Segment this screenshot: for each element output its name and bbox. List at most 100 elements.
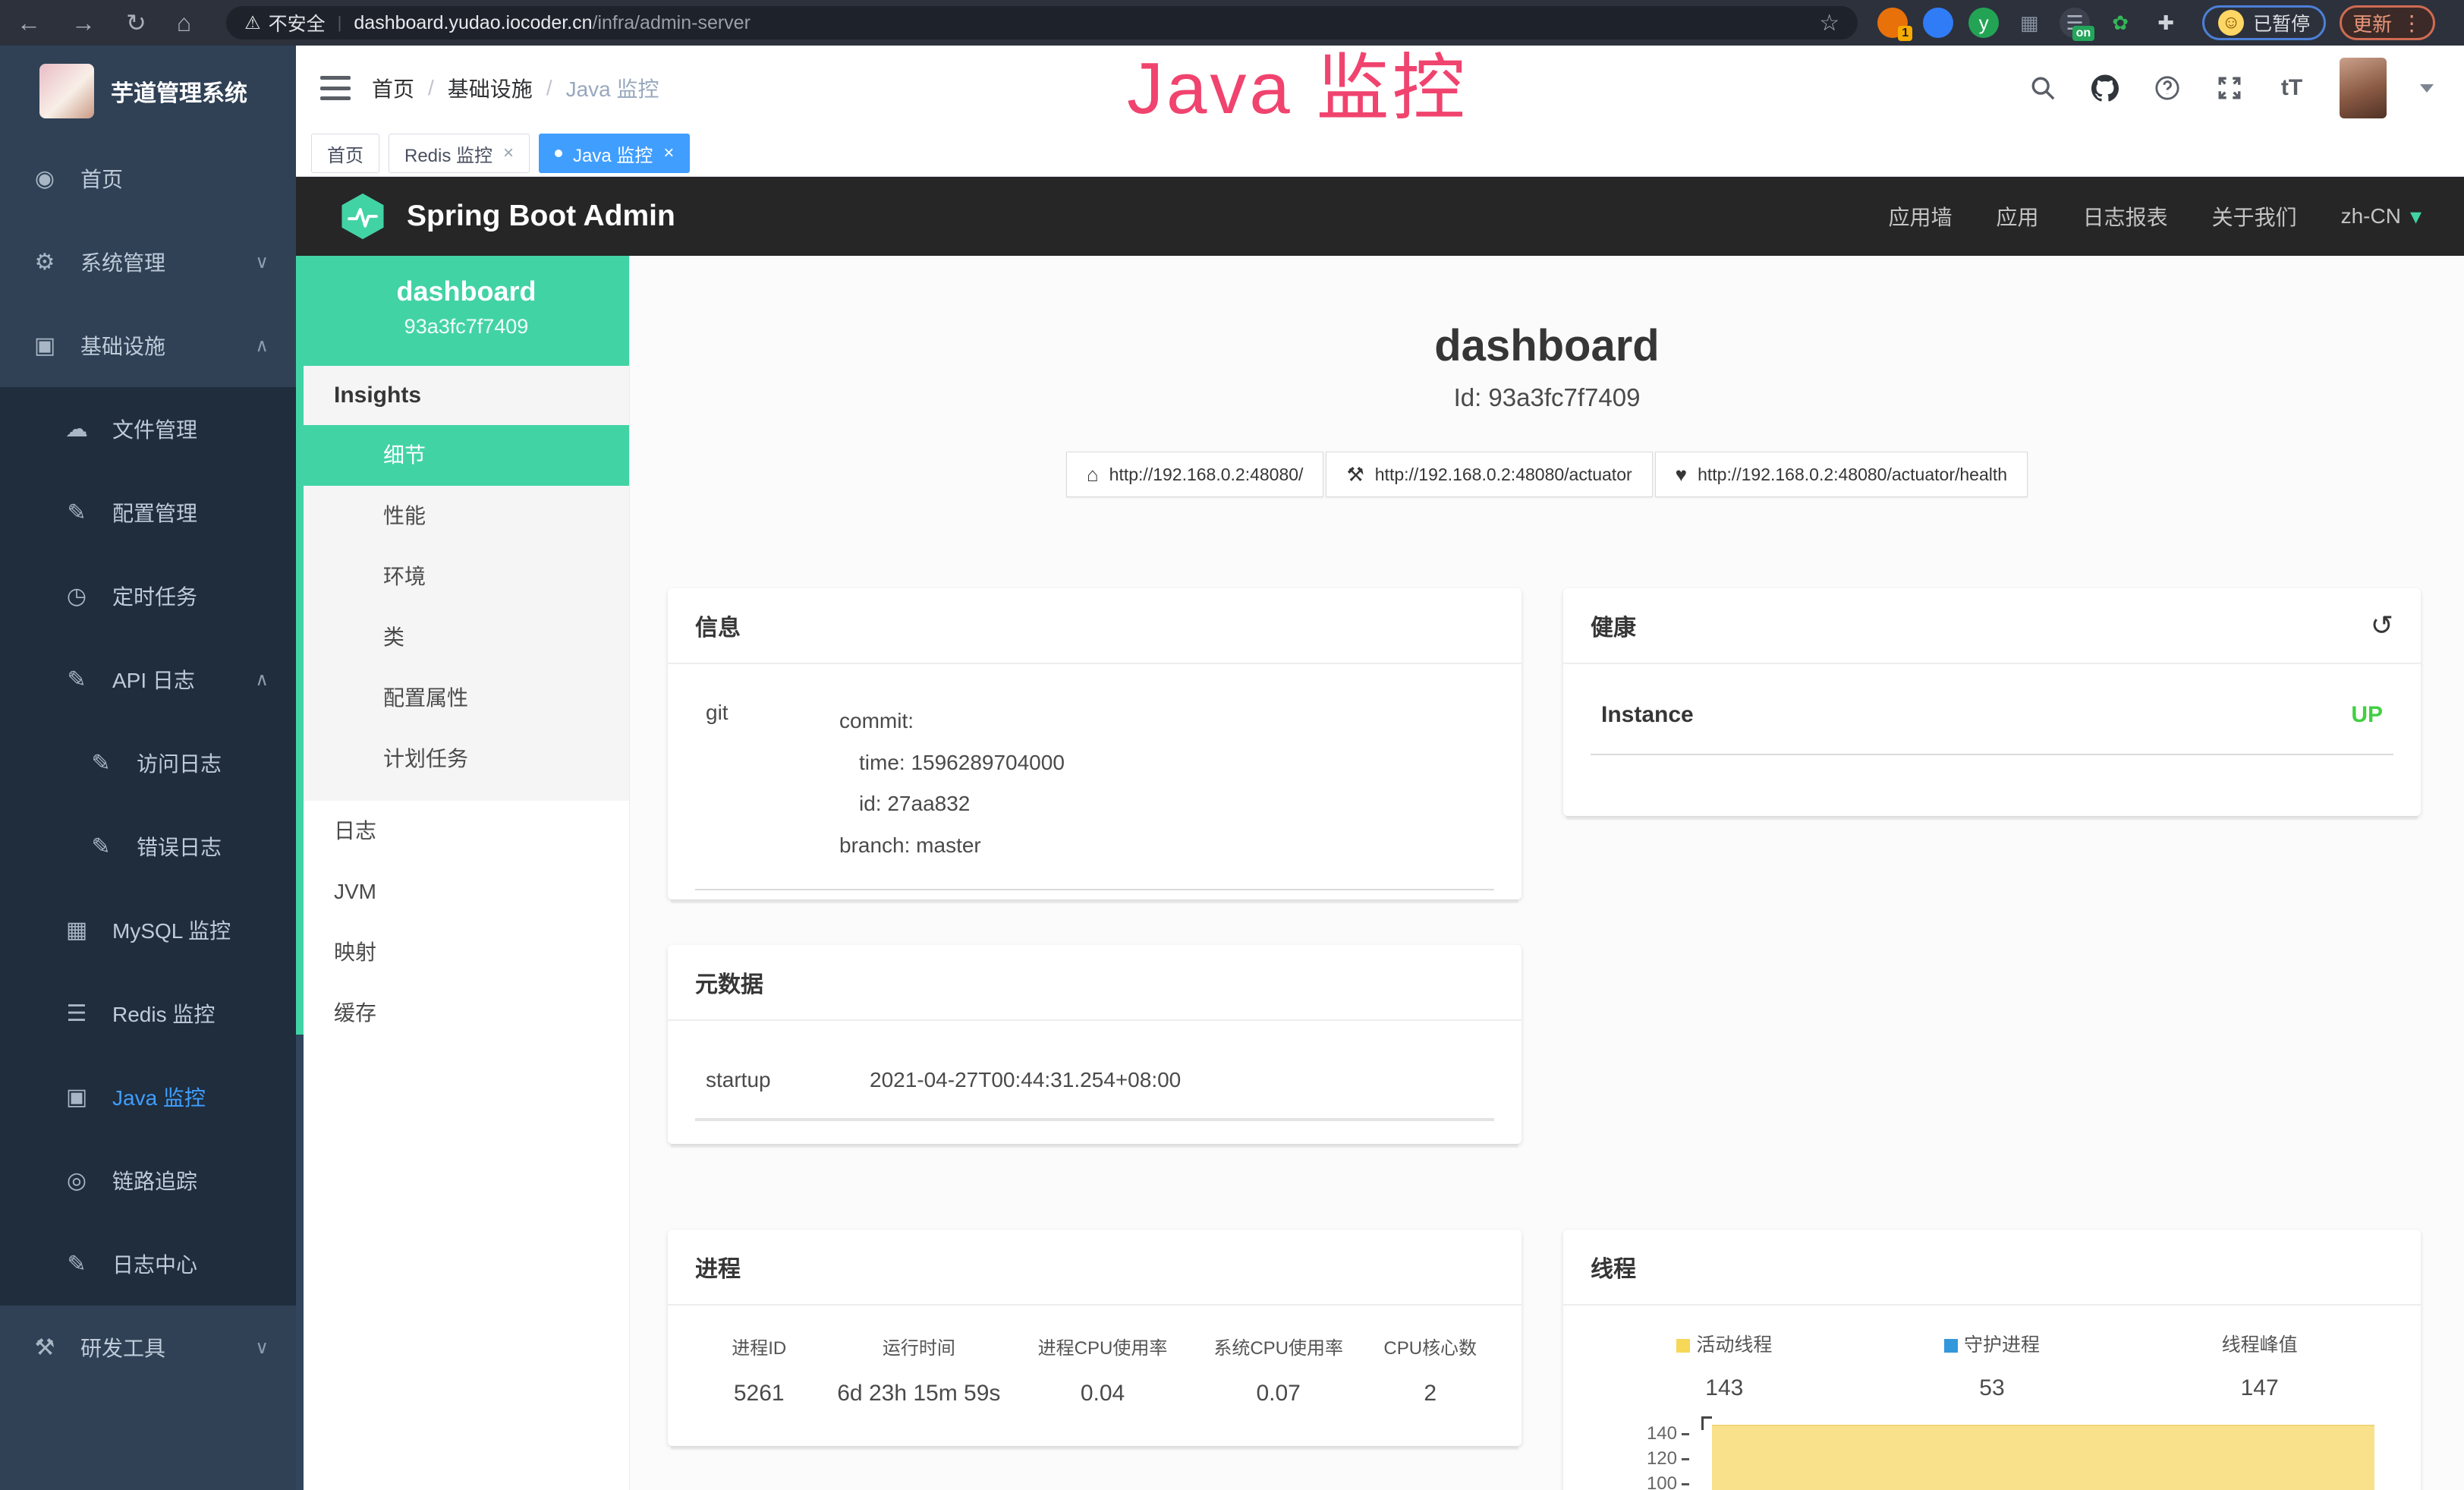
- instance-id: 93a3fc7f7409: [304, 315, 629, 339]
- forward-icon[interactable]: →: [71, 9, 96, 37]
- sba-locale-select[interactable]: zh-CN▾: [2341, 203, 2422, 230]
- hamburger-icon[interactable]: [320, 76, 351, 100]
- ext-pin-icon[interactable]: [1923, 8, 1953, 38]
- sidebar-item-config[interactable]: ✎配置管理: [0, 471, 296, 554]
- tab-label: Java 监控: [573, 140, 653, 167]
- sidebar-item-label: 配置管理: [112, 497, 197, 528]
- sba-menu-item[interactable]: 缓存: [304, 983, 629, 1044]
- process-value: 5261: [695, 1381, 823, 1407]
- sidebar-item-java[interactable]: ▣Java 监控: [0, 1055, 296, 1139]
- sidebar-item-error-log[interactable]: ✎错误日志: [0, 805, 296, 888]
- sba-brand[interactable]: Spring Boot Admin: [338, 192, 675, 241]
- bookmark-star-icon[interactable]: ☆: [1819, 10, 1839, 36]
- breadcrumb-item[interactable]: 基础设施: [448, 73, 533, 103]
- sidebar-item-infra[interactable]: ▣基础设施∧: [0, 304, 296, 387]
- sidebar-item-log-center[interactable]: ✎日志中心: [0, 1222, 296, 1306]
- scrollbar-thumb[interactable]: [296, 256, 304, 1035]
- tab-Redis 监控[interactable]: Redis 监控×: [389, 134, 530, 173]
- sba-menu-item[interactable]: 环境: [304, 547, 629, 607]
- process-value: 0.04: [1015, 1381, 1191, 1407]
- back-icon[interactable]: ←: [17, 9, 41, 37]
- threads-card: 线程 活动线程143守护进程53线程峰值147 140120100: [1563, 1230, 2421, 1490]
- app-title: 芋道管理系统: [111, 74, 247, 108]
- breadcrumb-item[interactable]: 首页: [372, 73, 414, 103]
- ext-y-icon[interactable]: y: [1968, 8, 1999, 38]
- close-icon[interactable]: ×: [663, 143, 674, 164]
- search-icon[interactable]: [2028, 74, 2057, 102]
- user-avatar[interactable]: [2340, 58, 2387, 118]
- instance-link[interactable]: ♥http://192.168.0.2:48080/actuator/healt…: [1655, 452, 2028, 497]
- fullscreen-icon[interactable]: [2215, 74, 2244, 102]
- sidebar-item-file[interactable]: ☁文件管理: [0, 387, 296, 471]
- sba-nav-item[interactable]: 关于我们: [2212, 201, 2297, 232]
- sidebar-item-system[interactable]: ⚙系统管理∨: [0, 220, 296, 304]
- profile-paused-pill[interactable]: ☺ 已暂停: [2202, 5, 2326, 40]
- dashboard-icon: ◉: [29, 165, 61, 192]
- sidebar-item-access-log[interactable]: ✎访问日志: [0, 721, 296, 805]
- java-monitor-icon: ▣: [61, 1084, 93, 1110]
- sba-body: dashboard 93a3fc7f7409 Insights 细节性能环境类配…: [296, 256, 2464, 1490]
- process-column-header: 进程CPU使用率: [1015, 1333, 1191, 1359]
- instance-header[interactable]: dashboard 93a3fc7f7409: [304, 256, 629, 366]
- ext-sprout-icon[interactable]: ✿: [2105, 8, 2135, 38]
- process-card-title: 进程: [695, 1250, 741, 1284]
- sba-menu-item[interactable]: 日志: [304, 801, 629, 862]
- history-icon[interactable]: ↺: [2371, 610, 2393, 641]
- sba-menu-item[interactable]: 映射: [304, 922, 629, 983]
- sidebar-item-mysql[interactable]: ▦MySQL 监控: [0, 888, 296, 972]
- update-label: 更新: [2352, 9, 2392, 37]
- browser-menu-icon[interactable]: ⋮: [2401, 11, 2422, 36]
- info-card-title: 信息: [695, 609, 741, 642]
- chevron-up-icon: ∧: [255, 669, 269, 691]
- sidebar-item-api-log[interactable]: ✎API 日志∧: [0, 638, 296, 721]
- sba-nav-item[interactable]: 应用: [1997, 201, 2039, 232]
- sidebar-item-job[interactable]: ◷定时任务: [0, 554, 296, 638]
- sba-menu-item[interactable]: 计划任务: [304, 729, 629, 789]
- legend-item: 活动线程143: [1591, 1330, 1858, 1401]
- instance-link[interactable]: ⌂http://192.168.0.2:48080/: [1066, 452, 1324, 497]
- close-icon[interactable]: ×: [503, 143, 514, 164]
- reload-icon[interactable]: ↻: [126, 8, 146, 37]
- sba-menu-item[interactable]: 配置属性: [304, 668, 629, 729]
- address-bar[interactable]: ⚠ 不安全 | dashboard.yudao.iocoder.cn/infra…: [226, 6, 1858, 39]
- sba-menu-item[interactable]: 性能: [304, 486, 629, 547]
- sidebar-item-home[interactable]: ◉首页: [0, 137, 296, 220]
- app-logo[interactable]: 芋道管理系统: [0, 46, 296, 137]
- active-dot-icon: [555, 150, 562, 157]
- tab-Java 监控[interactable]: Java 监控 ×: [539, 134, 690, 173]
- chart-axis: [1701, 1416, 1712, 1430]
- legend-label: 守护进程: [1858, 1330, 2126, 1357]
- paused-label: 已暂停: [2253, 9, 2310, 36]
- ext-grid-icon[interactable]: ▦: [2014, 8, 2044, 38]
- home-icon[interactable]: ⌂: [177, 9, 191, 37]
- instance-link[interactable]: ⚒http://192.168.0.2:48080/actuator: [1326, 452, 1652, 497]
- sidebar-item-trace[interactable]: ◎链路追踪: [0, 1139, 296, 1222]
- sba-nav-item[interactable]: 应用墙: [1889, 201, 1953, 232]
- page-title: dashboard: [630, 320, 2464, 371]
- github-icon[interactable]: [2091, 74, 2119, 102]
- browser-update-button[interactable]: 更新 ⋮: [2340, 5, 2435, 40]
- metadata-card: 元数据 startup 2021-04-27T00:44:31.254+08:0…: [668, 945, 1522, 1144]
- ext-puzzle-icon[interactable]: ✚: [2151, 8, 2181, 38]
- sba-menu-item[interactable]: 类: [304, 607, 629, 668]
- help-icon[interactable]: [2153, 74, 2182, 102]
- sidebar-item-tools[interactable]: ⚒研发工具∨: [0, 1306, 296, 1389]
- ext-on-icon[interactable]: ☰on: [2060, 8, 2090, 38]
- sidebar-item-label: 定时任务: [112, 581, 197, 611]
- monitor-icon: ▣: [29, 332, 61, 359]
- sba-nav-item[interactable]: 日志报表: [2083, 201, 2168, 232]
- sidebar-item-label: 系统管理: [80, 247, 165, 277]
- sba-menu-item[interactable]: 细节: [304, 425, 629, 486]
- chevron-down-icon[interactable]: [2420, 84, 2434, 93]
- sidebar-item-label: 基础设施: [80, 330, 165, 361]
- sidebar-item-redis[interactable]: ☰Redis 监控: [0, 972, 296, 1055]
- threads-card-title: 线程: [1591, 1250, 1636, 1284]
- scrollbar-track[interactable]: [296, 256, 304, 1490]
- tab-首页[interactable]: 首页: [311, 134, 379, 173]
- sba-logo-icon: [338, 192, 387, 241]
- tab-bar: 首页 Redis 监控× Java 监控 ×: [296, 131, 2464, 177]
- info-value-line: id: 27aa832: [839, 783, 1065, 825]
- font-size-icon[interactable]: tT: [2277, 74, 2306, 102]
- ext-orange-icon[interactable]: 1: [1877, 8, 1908, 38]
- sba-menu-item[interactable]: JVM: [304, 862, 629, 922]
